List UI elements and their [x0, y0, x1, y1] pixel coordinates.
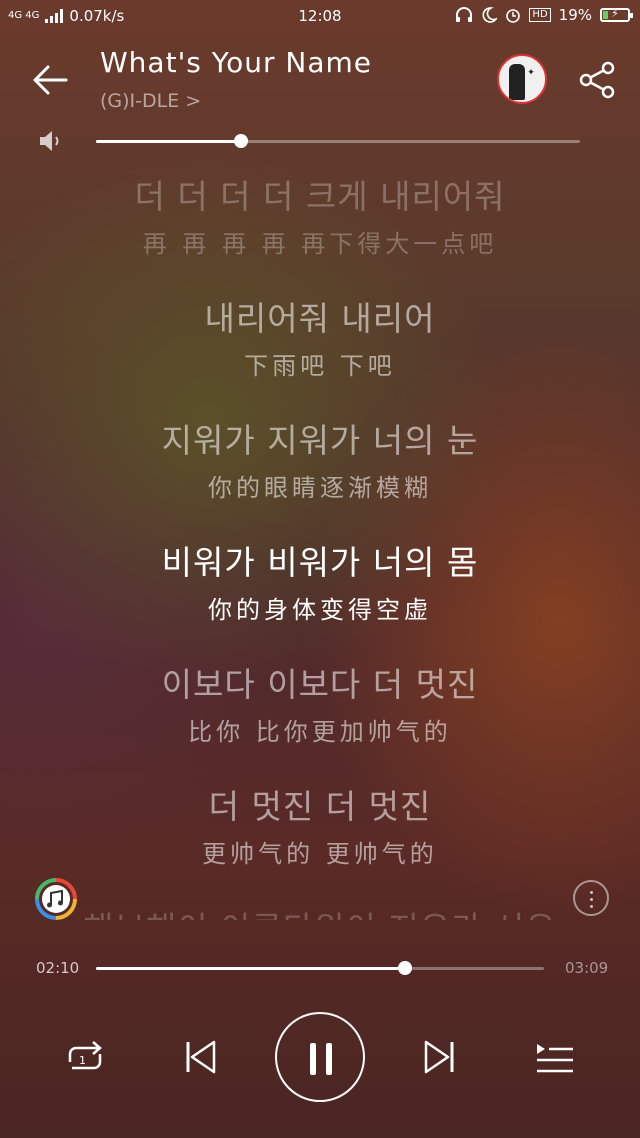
- lyric-line: 더 멋진 더 멋진 更帅气的 更帅气的: [0, 780, 640, 869]
- moon-icon: [482, 7, 498, 23]
- hd-icon: HD: [529, 8, 551, 22]
- artist-link[interactable]: (G)I-DLE >: [100, 90, 201, 112]
- avatar-figure-icon: [509, 64, 525, 100]
- seek-knob[interactable]: [398, 961, 413, 975]
- lyric-translation: 再 再 再 再 再下得大一点吧: [142, 230, 498, 258]
- alarm-icon: [506, 9, 521, 23]
- status-right: HD 19% ⚡: [455, 6, 633, 24]
- pause-icon: [310, 1043, 316, 1075]
- volume-level: [96, 140, 242, 143]
- lyric-line: 이보다 이보다 더 멋진 比你 比你更加帅气的: [0, 658, 640, 747]
- playlist-icon[interactable]: [535, 1038, 575, 1076]
- next-track-icon[interactable]: [422, 1038, 456, 1076]
- seek-played: [96, 967, 406, 970]
- volume-bar: [0, 122, 640, 160]
- battery-percent: 19%: [558, 6, 592, 24]
- lyric-korean: 지워가 지워가 너의 눈: [161, 421, 479, 460]
- volume-slider[interactable]: [96, 134, 580, 148]
- charging-bolt-icon: ⚡: [611, 7, 619, 20]
- lyric-translation: 比你 比你更加帅气的: [188, 718, 452, 746]
- share-icon[interactable]: [575, 58, 619, 102]
- lyric-translation: 你的身体变得空虚: [208, 596, 432, 624]
- lyric-korean: 더 더 더 더 크게 내리어줘: [134, 177, 506, 216]
- singer-avatar[interactable]: ✦: [497, 54, 547, 104]
- lyric-korean: 내리어줘 내리어: [204, 299, 436, 338]
- seek-bar[interactable]: [96, 961, 544, 975]
- lyric-line: 더 더 더 더 크게 내리어줘 再 再 再 再 再下得大一点吧: [0, 170, 640, 259]
- playback-progress: 02:10 03:09: [0, 950, 640, 986]
- previous-track-icon[interactable]: [184, 1038, 218, 1076]
- lyric-korean: 이보다 이보다 더 멋진: [161, 665, 479, 704]
- avatar-logo-icon: ✦: [526, 68, 536, 78]
- lyric-korean: 해보해이 이루다워이 지우가 시우: [0, 902, 640, 920]
- svg-text:1: 1: [79, 1054, 86, 1067]
- lyric-line-active: 비워가 비워가 너의 몸 你的身体变得空虚: [0, 536, 640, 625]
- lyric-translation: 更帅气的 更帅气的: [202, 840, 438, 868]
- volume-knob[interactable]: [234, 134, 249, 148]
- current-time: 02:10: [36, 959, 80, 977]
- repeat-one-icon[interactable]: 1: [62, 1038, 108, 1078]
- status-bar: 4G 4G 0.07k/s 12:08 HD 19% ⚡: [0, 0, 640, 34]
- song-title: What's Your Name: [100, 46, 373, 79]
- volume-icon[interactable]: [38, 128, 66, 154]
- more-options-icon[interactable]: [573, 880, 609, 916]
- pause-icon: [326, 1043, 332, 1075]
- total-time: 03:09: [565, 959, 609, 977]
- battery-icon: ⚡: [600, 7, 633, 22]
- playback-controls: 1: [0, 1010, 640, 1110]
- headset-icon: [456, 7, 473, 22]
- lyric-line: 지워가 지워가 너의 눈 你的眼睛逐渐模糊: [0, 414, 640, 503]
- lyric-korean: 비워가 비워가 너의 몸: [161, 543, 479, 582]
- lyric-korean: 더 멋진 더 멋진: [208, 787, 432, 826]
- lyrics-panel[interactable]: 더 더 더 더 크게 내리어줘 再 再 再 再 再下得大一点吧 내리어줘 내리어…: [0, 160, 640, 920]
- lyric-line: 해보해이 이루다워이 지우가 시우: [0, 902, 640, 920]
- player-header: What's Your Name (G)I-DLE > ✦: [0, 40, 640, 120]
- lyric-line: 내리어줘 내리어 下雨吧 下吧: [0, 292, 640, 381]
- lyric-translation: 下雨吧 下吧: [244, 352, 396, 380]
- back-arrow-icon[interactable]: [28, 58, 72, 102]
- lyric-translation: 你的眼睛逐渐模糊: [208, 474, 432, 502]
- music-app-icon[interactable]: [34, 877, 78, 921]
- pause-button[interactable]: [275, 1012, 365, 1102]
